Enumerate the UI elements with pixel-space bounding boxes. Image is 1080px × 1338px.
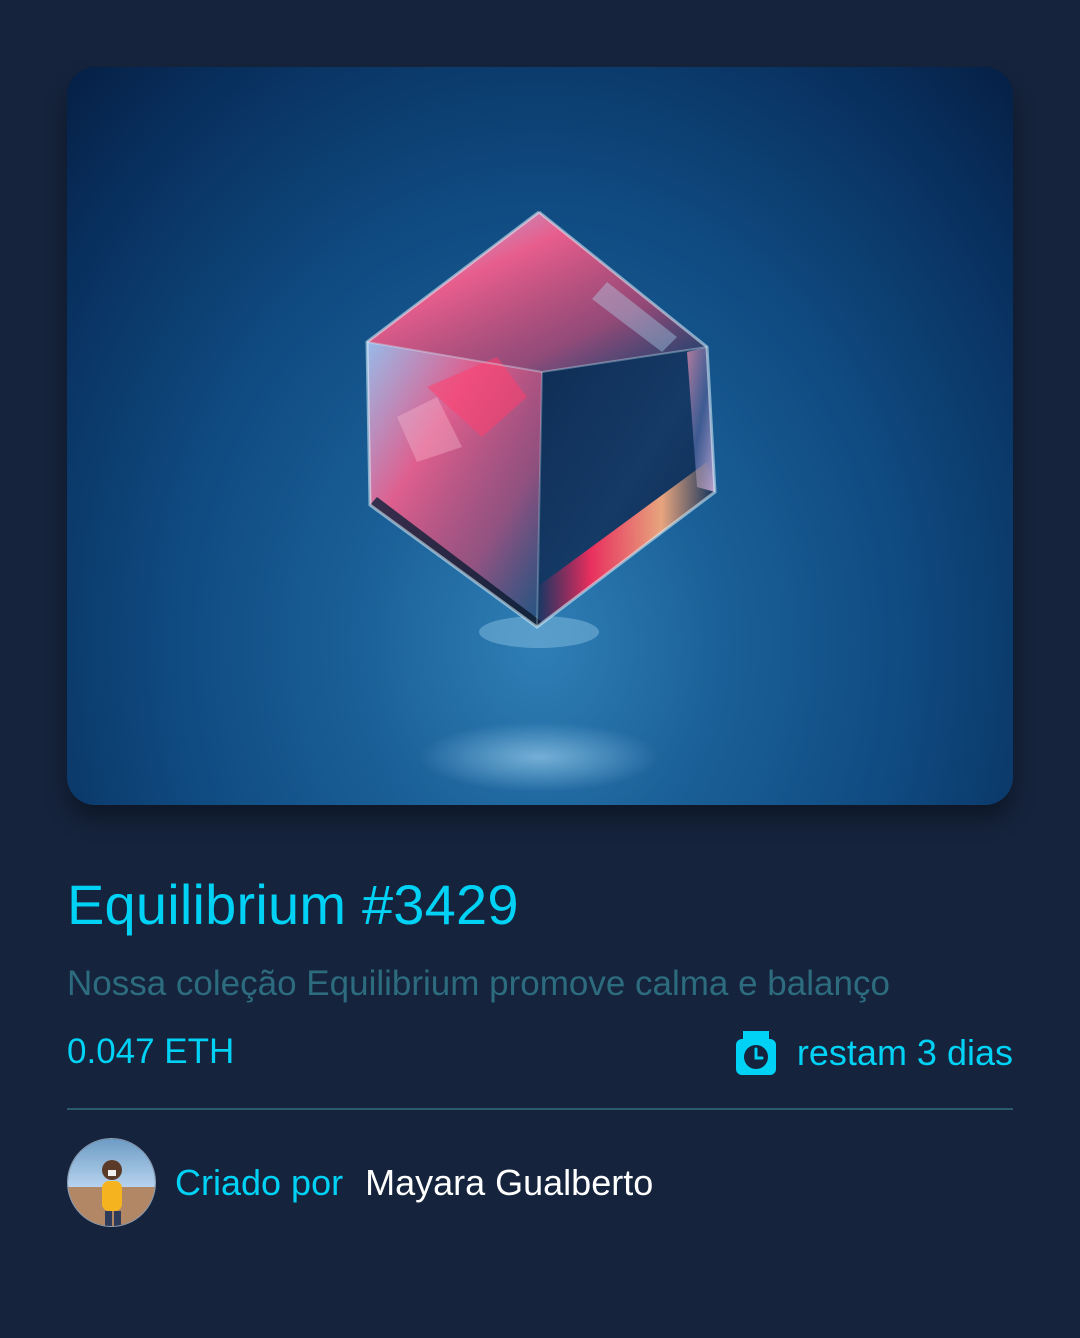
nft-card: Equilibrium #3429 Nossa coleção Equilibr… (67, 67, 1013, 1227)
nft-description: Nossa coleção Equilibrium promove calma … (67, 964, 890, 1003)
created-by-label: Criado por (175, 1161, 344, 1203)
creator-name[interactable]: Mayara Gualberto (365, 1162, 653, 1204)
nft-price: 0.047 ETH (67, 1032, 235, 1071)
nft-image[interactable] (67, 67, 1013, 805)
clock-icon (735, 1031, 776, 1075)
creator-info: Criado por Mayara Gualberto (67, 1138, 653, 1227)
cube-artwork (365, 210, 717, 792)
time-remaining-label: restam 3 dias (796, 1032, 1013, 1073)
nft-title: Equilibrium #3429 (67, 873, 519, 936)
avatar-image (68, 1139, 155, 1226)
divider (67, 1108, 1013, 1110)
time-remaining: restam 3 dias (735, 1029, 1013, 1077)
avatar[interactable] (67, 1138, 156, 1227)
